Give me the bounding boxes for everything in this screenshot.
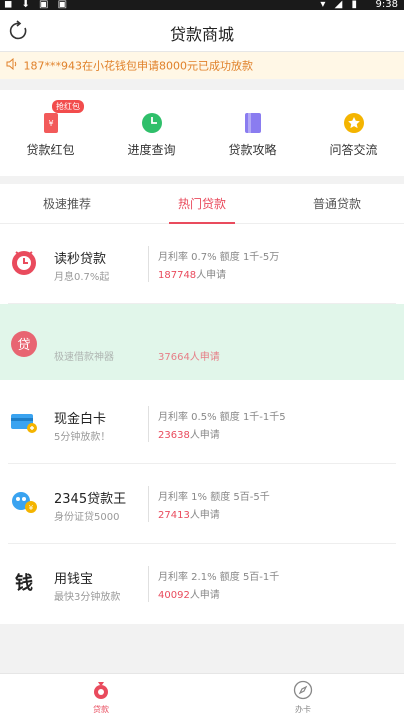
tab-label: 热门贷款 bbox=[177, 197, 226, 211]
quick-link-label: 问答交流 bbox=[329, 143, 378, 157]
notice-banner: 187***943在小花钱包申请8000元已成功放款 bbox=[0, 52, 404, 79]
money-bag-icon bbox=[94, 682, 108, 699]
divider bbox=[148, 246, 149, 282]
loan-name: 读秒贷款 bbox=[54, 252, 107, 267]
status-time: 9:38 bbox=[375, 0, 398, 10]
quick-link-label: 贷款红包 bbox=[26, 143, 75, 157]
page-title: 贷款商城 bbox=[169, 25, 234, 44]
loan-row[interactable]: 读秒贷款 月息0.7%起 月利率 0.7% 额度 1千-5万 187748人申请 bbox=[0, 224, 404, 304]
quick-link-red-envelope[interactable]: ¥ 抢红包 贷款红包 bbox=[0, 90, 101, 176]
quick-link-guide[interactable]: 贷款攻略 bbox=[202, 90, 303, 176]
notification-icons: ◼ ⬇ ▣ ▣ bbox=[4, 0, 71, 10]
divider bbox=[148, 566, 149, 602]
notice-text: 187***943在小花钱包申请8000元已成功放款 bbox=[23, 59, 253, 73]
status-bar: ◼ ⬇ ▣ ▣ ▾ ◢ ▮ 9:38 bbox=[0, 0, 404, 10]
book-icon bbox=[245, 113, 261, 133]
red-envelope-icon: ¥ bbox=[44, 113, 58, 133]
credit-card-icon bbox=[11, 414, 37, 433]
tab-hot-loans[interactable]: 热门贷款 bbox=[135, 184, 269, 224]
loan-tabs: 极速推荐 热门贷款 普通贷款 bbox=[0, 184, 404, 224]
signal-icons: ▾ ◢ ▮ bbox=[320, 0, 360, 10]
dai-logo-icon: 贷 bbox=[11, 331, 37, 357]
tab-label: 普通贷款 bbox=[312, 197, 361, 211]
overlay-applicants: 37664人申请 bbox=[158, 352, 220, 363]
dumiao-logo-icon bbox=[12, 251, 36, 275]
star-badge-icon bbox=[344, 113, 364, 133]
applicant-count: 23638 bbox=[158, 430, 190, 441]
quick-link-label: 进度查询 bbox=[127, 143, 176, 157]
applicant-count: 40092 bbox=[158, 590, 190, 601]
svg-text:¥: ¥ bbox=[29, 504, 34, 512]
loan-rate: 月利率 0.7% 额度 1千-5万 bbox=[158, 252, 280, 263]
svg-text:钱: 钱 bbox=[15, 572, 33, 594]
quick-link-label: 贷款攻略 bbox=[228, 143, 277, 157]
loan-name: 2345贷款王 bbox=[54, 492, 127, 507]
loan-applicants: 27413人申请 bbox=[158, 506, 220, 521]
nav-label: 贷款 bbox=[93, 705, 109, 714]
loan-subtitle: 月息0.7%起 bbox=[54, 272, 110, 283]
mascot-icon: ¥ bbox=[12, 492, 37, 513]
loan-subtitle: 身份证贷5000 bbox=[54, 512, 120, 523]
loan-subtitle: 5分钟放款！ bbox=[54, 432, 111, 443]
quick-link-progress[interactable]: 进度查询 bbox=[101, 90, 202, 176]
yongqianbao-logo-icon: 钱 bbox=[15, 572, 33, 594]
applicant-suffix: 人申请 bbox=[189, 430, 220, 441]
speaker-icon bbox=[6, 53, 20, 80]
loan-applicants: 23638人申请 bbox=[158, 426, 220, 441]
loan-rate: 月利率 1% 额度 5百-5千 bbox=[158, 492, 270, 503]
overlay-banner[interactable]: 贷 极速借款神器 37664人申请 bbox=[0, 304, 404, 380]
loan-row[interactable]: ¥ 2345贷款王 身份证贷5000 月利率 1% 额度 5百-5千 27413… bbox=[0, 464, 404, 544]
loan-row[interactable]: 现金白卡 5分钟放款！ 月利率 0.5% 额度 1千-1千5 23638人申请 bbox=[0, 384, 404, 464]
divider bbox=[148, 406, 149, 442]
applicant-count: 27413 bbox=[158, 510, 190, 521]
loan-name: 用钱宝 bbox=[54, 572, 94, 587]
clock-icon bbox=[142, 113, 162, 133]
loan-applicants: 40092人申请 bbox=[158, 586, 220, 601]
tab-label: 极速推荐 bbox=[42, 197, 91, 211]
svg-text:贷: 贷 bbox=[17, 338, 30, 353]
tab-normal-loans[interactable]: 普通贷款 bbox=[270, 184, 404, 224]
applicant-count: 187748 bbox=[158, 270, 197, 281]
overlay-subtitle: 极速借款神器 bbox=[54, 352, 114, 363]
quick-links: ¥ 抢红包 贷款红包 进度查询 贷款攻略 问答交流 bbox=[0, 90, 404, 176]
bottom-nav: 贷款 办卡 bbox=[0, 673, 404, 715]
nav-loans[interactable]: 贷款 bbox=[0, 674, 202, 715]
compass-icon bbox=[293, 680, 313, 700]
title-bar: 贷款商城 bbox=[0, 10, 404, 52]
applicant-suffix: 人申请 bbox=[196, 270, 227, 281]
loan-list: 读秒贷款 月息0.7%起 月利率 0.7% 额度 1千-5万 187748人申请… bbox=[0, 224, 404, 624]
quick-link-qa[interactable]: 问答交流 bbox=[303, 90, 404, 176]
applicant-suffix: 人申请 bbox=[189, 590, 220, 601]
applicant-suffix: 人申请 bbox=[189, 510, 220, 521]
loan-applicants: 187748人申请 bbox=[158, 266, 226, 281]
grab-badge: 抢红包 bbox=[52, 100, 84, 113]
loan-row[interactable]: 钱 用钱宝 最快3分钟放款 月利率 2.1% 额度 5百-1千 40092人申请 bbox=[0, 544, 404, 624]
loan-rate: 月利率 2.1% 额度 5百-1千 bbox=[158, 572, 280, 583]
nav-label: 办卡 bbox=[295, 705, 311, 714]
tab-fast-recommend[interactable]: 极速推荐 bbox=[0, 184, 134, 224]
svg-text:¥: ¥ bbox=[48, 119, 53, 128]
nav-cards[interactable]: 办卡 bbox=[202, 674, 404, 715]
divider bbox=[148, 486, 149, 522]
loan-rate: 月利率 0.5% 额度 1千-1千5 bbox=[158, 412, 286, 423]
loan-subtitle: 最快3分钟放款 bbox=[54, 592, 121, 603]
loan-name: 现金白卡 bbox=[54, 412, 107, 427]
